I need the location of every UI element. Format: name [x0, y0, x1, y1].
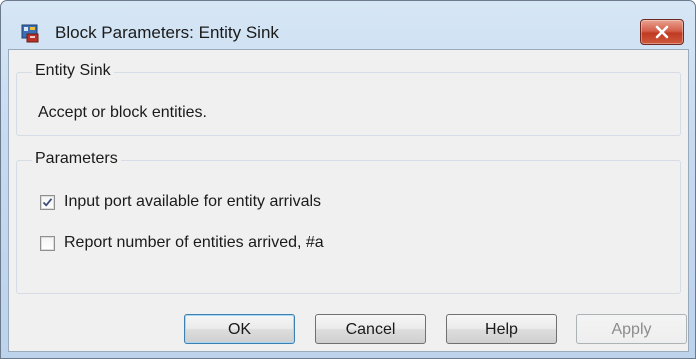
- simulink-block-icon[interactable]: [21, 22, 43, 44]
- window-title: Block Parameters: Entity Sink: [55, 23, 279, 42]
- cancel-button[interactable]: Cancel: [315, 314, 426, 344]
- block-description: Accept or block entities.: [38, 104, 207, 121]
- report-entities-label: Report number of entities arrived, #a: [64, 234, 324, 251]
- report-entities-checkbox[interactable]: [40, 236, 55, 251]
- close-button[interactable]: [640, 19, 684, 45]
- checkmark-icon: [42, 198, 53, 207]
- close-icon: [655, 25, 669, 39]
- apply-button: Apply: [576, 314, 687, 344]
- dialog-client-area: Entity Sink Accept or block entities. Pa…: [8, 49, 689, 352]
- input-port-checkbox[interactable]: [40, 195, 55, 210]
- ok-button[interactable]: OK: [184, 314, 295, 344]
- description-group-legend: Entity Sink: [32, 62, 114, 80]
- dialog-window: Block Parameters: Entity Sink Entity Sin…: [0, 0, 696, 359]
- input-port-option[interactable]: Input port available for entity arrivals: [40, 193, 420, 215]
- title-bar[interactable]: Block Parameters: Entity Sink: [1, 1, 695, 47]
- parameters-group-legend: Parameters: [32, 150, 121, 168]
- input-port-label: Input port available for entity arrivals: [64, 193, 322, 210]
- help-button[interactable]: Help: [446, 314, 557, 344]
- report-entities-option[interactable]: Report number of entities arrived, #a: [40, 234, 420, 256]
- parameters-group: [16, 160, 681, 294]
